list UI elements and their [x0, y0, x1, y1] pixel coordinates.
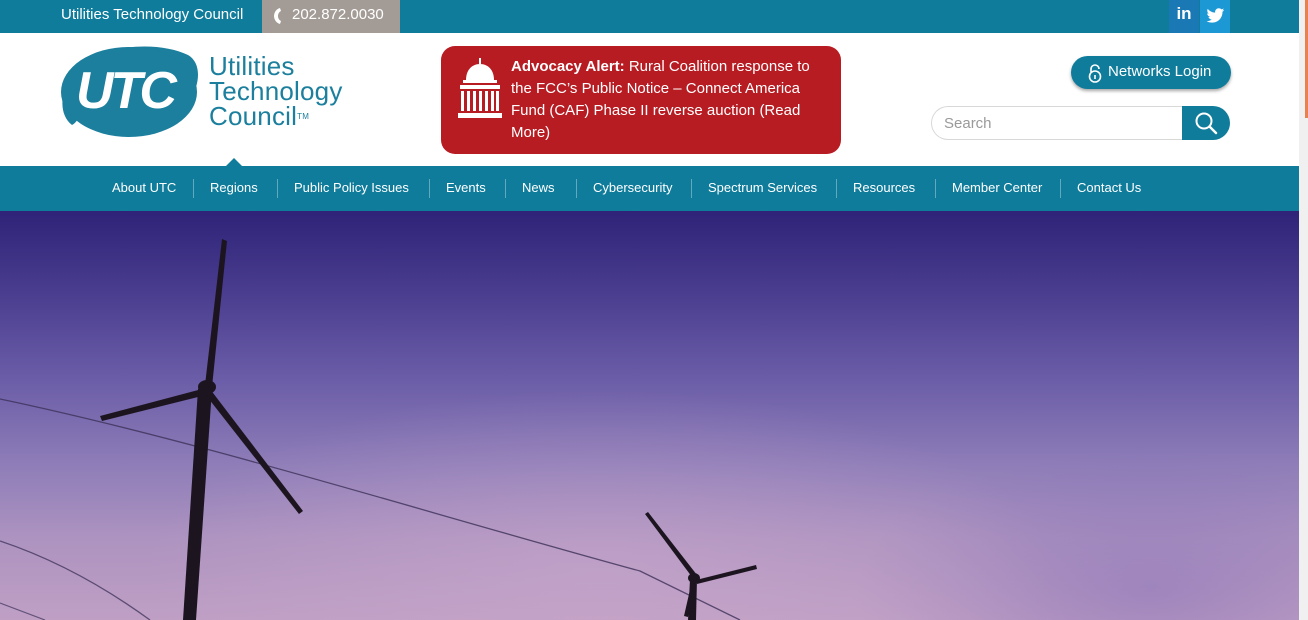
linkedin-icon: in: [1176, 4, 1192, 23]
nav-item-news[interactable]: News: [522, 166, 555, 211]
nav-item-cybersecurity[interactable]: Cybersecurity: [593, 166, 672, 211]
advocacy-alert-banner[interactable]: Advocacy Alert: Rural Coalition response…: [441, 46, 841, 154]
nav-item-events[interactable]: Events: [446, 166, 486, 211]
utc-logo[interactable]: UTC: [60, 45, 198, 144]
twitter-link[interactable]: [1200, 0, 1230, 33]
nav-divider: [429, 179, 430, 198]
search-icon: [1195, 112, 1218, 135]
nav-divider: [1060, 179, 1061, 198]
phone-link[interactable]: 202.872.0030: [262, 0, 400, 33]
nav-item-member-center[interactable]: Member Center: [952, 166, 1042, 211]
twitter-icon: [1205, 8, 1224, 23]
nav-divider: [935, 179, 936, 198]
main-nav: About UTC Regions Public Policy Issues E…: [0, 158, 1299, 211]
logo-wordmark: Utilities Technology CouncilTM: [209, 53, 343, 131]
site-header: UTC Utilities Technology CouncilTM Advoc…: [0, 33, 1299, 166]
networks-login-label: Networks Login: [1108, 63, 1212, 80]
page: Utilities Technology Council 202.872.003…: [0, 0, 1299, 620]
trademark: TM: [297, 112, 310, 121]
alert-message: Advocacy Alert: Rural Coalition response…: [511, 56, 821, 144]
phone-number: 202.872.0030: [292, 6, 384, 23]
search-button[interactable]: [1182, 106, 1230, 140]
networks-login-button[interactable]: Networks Login: [1071, 56, 1231, 89]
logo-line-3: CouncilTM: [209, 101, 310, 131]
nav-item-about-utc[interactable]: About UTC: [112, 166, 176, 211]
linkedin-link[interactable]: in: [1169, 0, 1199, 33]
top-bar: Utilities Technology Council 202.872.003…: [0, 0, 1299, 33]
nav-divider: [836, 179, 837, 198]
phone-icon: [274, 8, 281, 24]
nav-divider: [691, 179, 692, 198]
scrollbar[interactable]: [1299, 0, 1308, 620]
logo-mark-text: UTC: [76, 62, 178, 120]
org-name: Utilities Technology Council: [61, 6, 244, 23]
nav-divider: [505, 179, 506, 198]
lock-icon: [1088, 64, 1102, 83]
nav-item-spectrum-services[interactable]: Spectrum Services: [708, 166, 817, 211]
nav-item-regions[interactable]: Regions: [210, 166, 258, 211]
nav-item-contact-us[interactable]: Contact Us: [1077, 166, 1141, 211]
search-input[interactable]: [931, 106, 1185, 140]
nav-divider: [193, 179, 194, 198]
wind-turbines-illustration: [0, 239, 757, 620]
active-nav-indicator: [226, 158, 242, 166]
nav-item-resources[interactable]: Resources: [853, 166, 915, 211]
nav-divider: [277, 179, 278, 198]
alert-lead: Advocacy Alert:: [511, 58, 625, 75]
capitol-icon: [458, 58, 502, 118]
nav-item-public-policy-issues[interactable]: Public Policy Issues: [294, 166, 409, 211]
utc-logo-icon: UTC: [61, 46, 198, 137]
nav-divider: [576, 179, 577, 198]
wind-turbine: [645, 512, 757, 620]
hero-image: [0, 211, 1299, 620]
